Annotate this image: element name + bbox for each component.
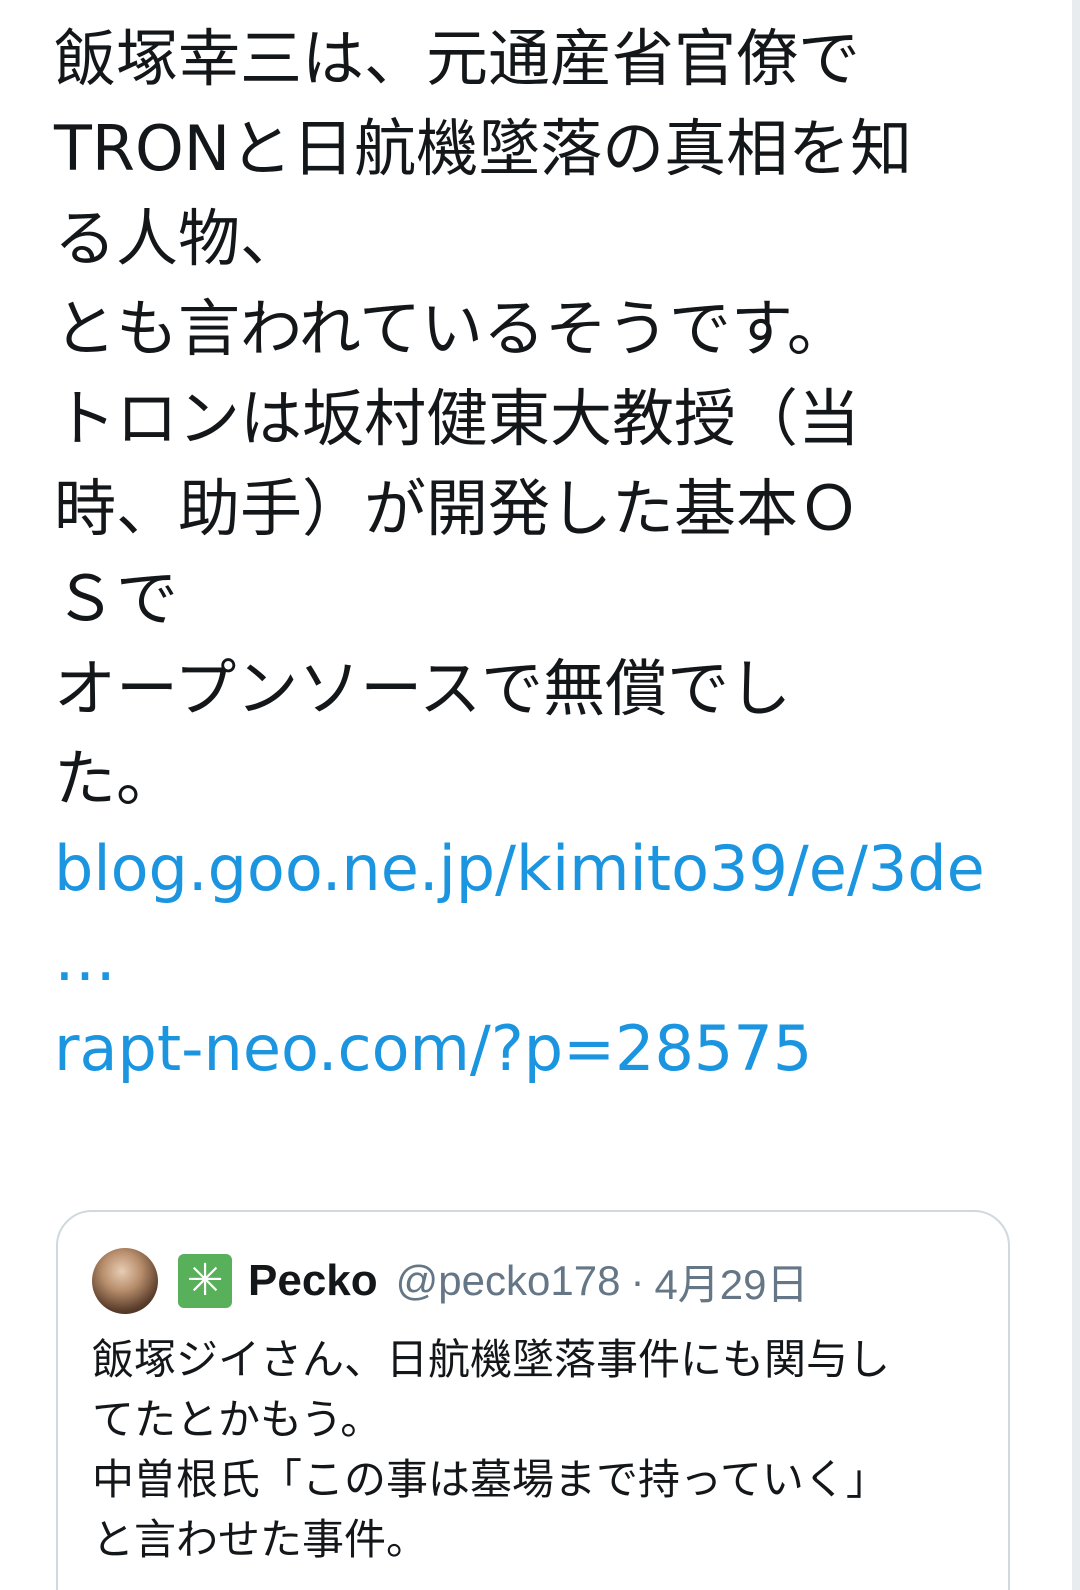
blog-link-ellipsis[interactable]: … [54, 914, 1034, 1004]
quoted-date[interactable]: 4月29日 [654, 1251, 808, 1312]
quoted-tweet-text: 飯塚ジイさん、日航機墜落事件にも関与し てたとかもう。 中曽根氏「この事は墓場ま… [92, 1330, 982, 1570]
rapt-neo-link[interactable]: rapt-neo.com/?p=28575 [54, 1004, 1034, 1094]
quoted-display-name[interactable]: Pecko [248, 1256, 378, 1306]
tweet-text-line: 飯塚幸三は、元通産省官僚で [54, 22, 861, 95]
sparkle-badge-icon: ✳ [178, 1254, 232, 1308]
tweet-text-line: TRONと日航機墜落の真相を知 [54, 112, 913, 185]
scrollbar-track[interactable] [1072, 0, 1080, 1590]
header-separator: · [630, 1257, 645, 1304]
tweet-text-line: た。 [54, 742, 179, 815]
tweet-text-line: 時、助手）が開発した基本Ｏ [54, 472, 861, 545]
quoted-text-line: 飯塚ジイさん、日航機墜落事件にも関与し [92, 1335, 891, 1384]
tweet-text-line: オープンソースで無償でし [54, 652, 792, 725]
blog-link[interactable]: blog.goo.ne.jp/kimito39/e/3de [54, 824, 1034, 914]
tweet-text: 飯塚幸三は、元通産省官僚で TRONと日航機墜落の真相を知 る人物、 とも言われ… [54, 14, 1034, 1094]
quoted-text-line: 中曽根氏「この事は墓場まで持っていく」 [92, 1455, 888, 1504]
quoted-tweet-card[interactable]: ✳ Pecko @pecko178 · 4月29日 飯塚ジイさん、日航機墜落事件… [56, 1210, 1010, 1590]
tweet-text-line: トロンは坂村健東大教授（当 [54, 382, 861, 455]
tweet-text-line: とも言われているそうです。 [54, 292, 849, 365]
quoted-tweet-header: ✳ Pecko @pecko178 · 4月29日 [92, 1246, 809, 1316]
tweet-text-line: Ｓで [54, 562, 179, 635]
avatar[interactable] [92, 1248, 158, 1314]
quoted-handle[interactable]: @pecko178 [396, 1257, 621, 1305]
quoted-text-line: てたとかもう。 [92, 1395, 383, 1444]
quoted-text-line: と言わせた事件。 [92, 1515, 429, 1564]
tweet-text-line: る人物、 [54, 202, 303, 275]
